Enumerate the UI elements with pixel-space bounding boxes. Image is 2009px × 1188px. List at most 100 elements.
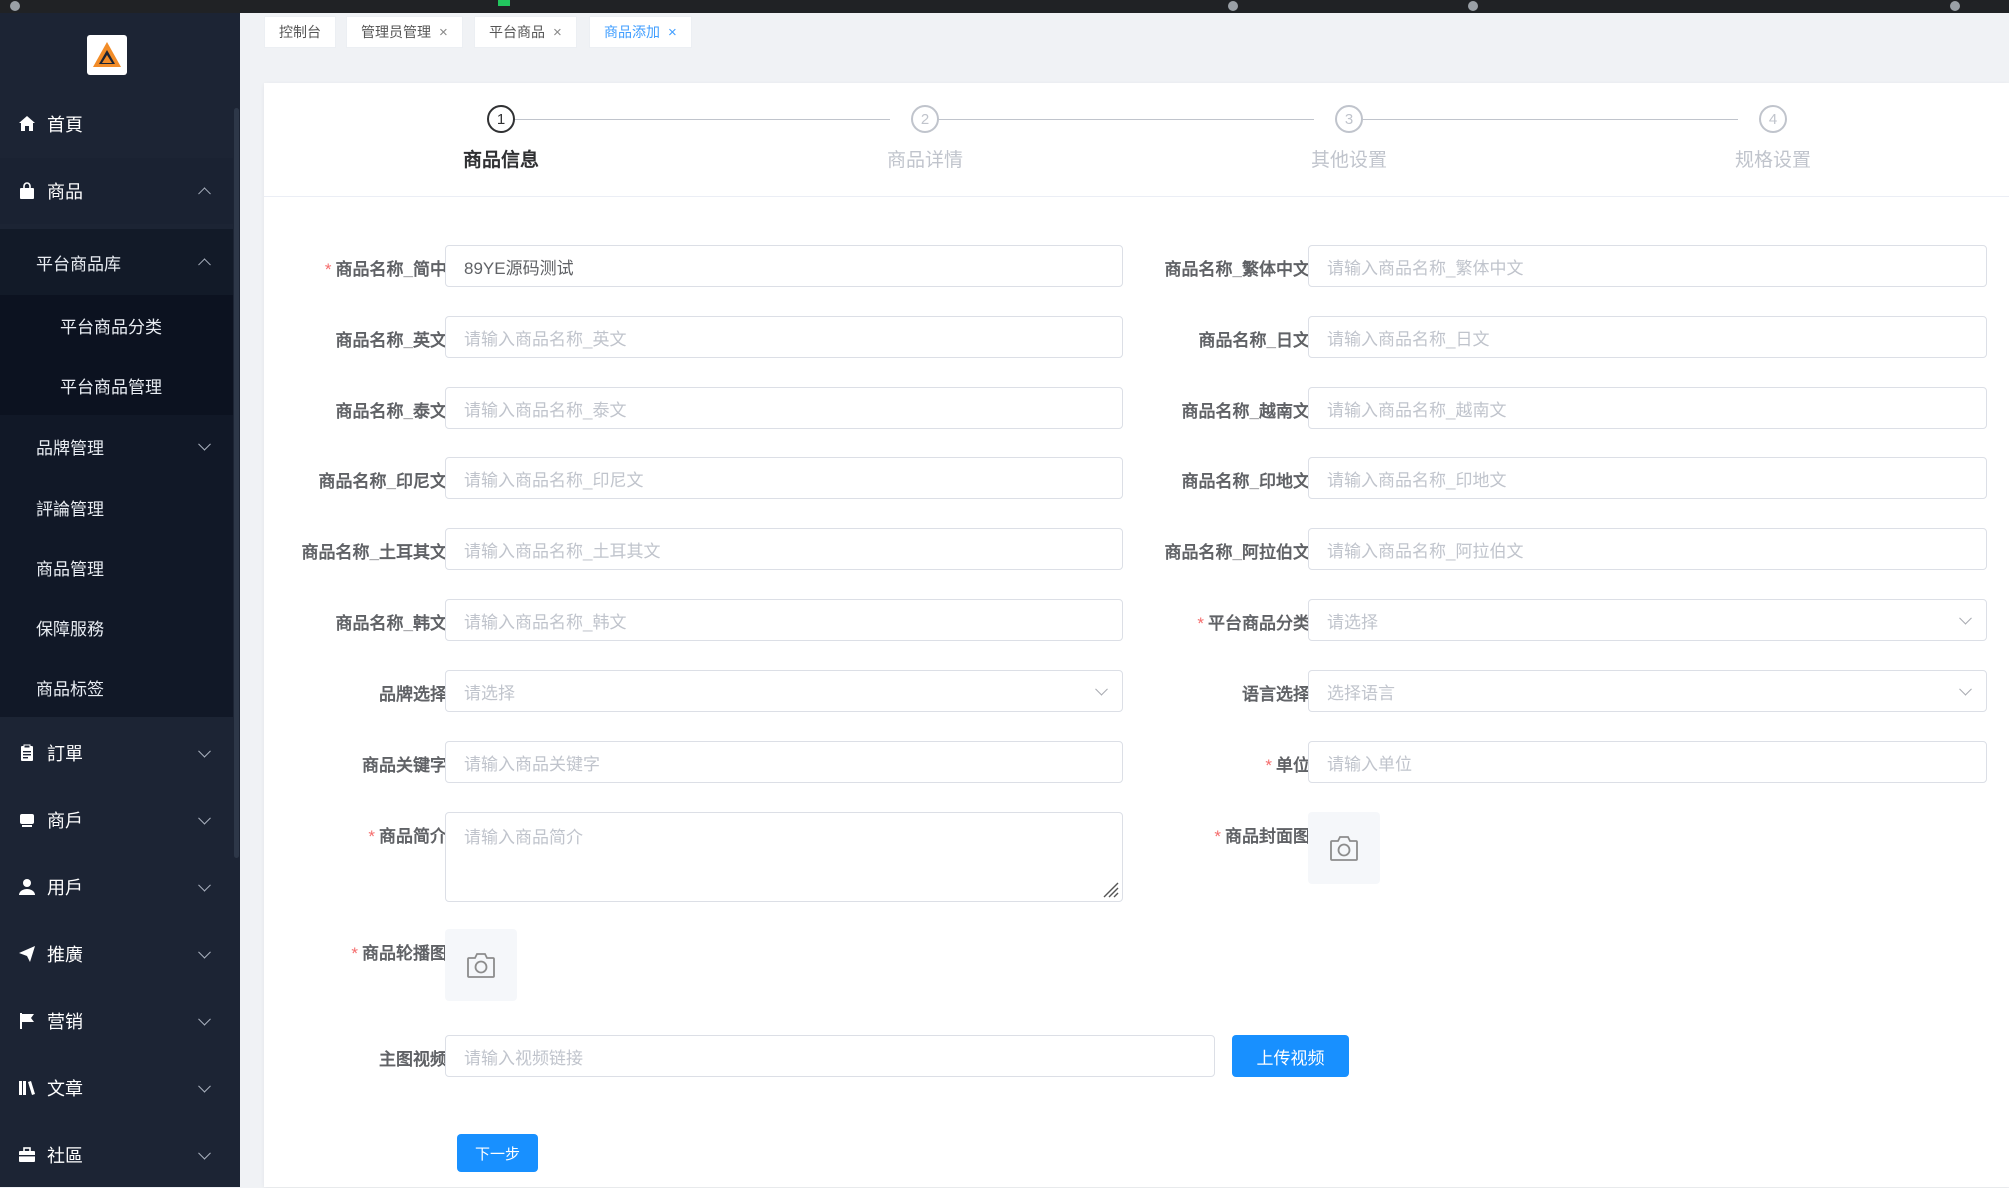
step-1-title[interactable]: 商品信息 <box>421 145 581 172</box>
tab-dashboard[interactable]: 控制台 <box>264 16 336 48</box>
textarea-placeholder: 请输入商品简介 <box>464 828 583 847</box>
step-3-title[interactable]: 其他设置 <box>1269 145 1429 172</box>
sidebar-item-articles[interactable]: 文章 <box>0 1055 233 1121</box>
sidebar-item-goods-manage[interactable]: 商品管理 <box>0 537 233 597</box>
intro-textarea[interactable]: 请输入商品简介 <box>445 812 1123 902</box>
sidebar-item-users[interactable]: 用戶 <box>0 854 233 920</box>
chevron-down-icon <box>198 1012 211 1026</box>
name-ja-input[interactable]: 请输入商品名称_日文 <box>1308 316 1987 358</box>
name-th-input[interactable]: 请输入商品名称_泰文 <box>445 387 1123 429</box>
camera-icon <box>1330 836 1358 861</box>
sidebar-item-review[interactable]: 評論管理 <box>0 477 233 537</box>
chevron-down-icon <box>198 878 211 892</box>
chevron-up-icon <box>198 187 211 201</box>
sidebar-item-label: 品牌管理 <box>36 438 104 458</box>
flag-icon <box>17 1011 37 1031</box>
category-select[interactable]: 请选择 <box>1308 599 1987 641</box>
home-icon <box>17 114 37 134</box>
name-en-input[interactable]: 请输入商品名称_英文 <box>445 316 1123 358</box>
unit-input[interactable]: 请输入单位 <box>1308 741 1987 783</box>
sidebar-item-products[interactable]: 商品 <box>0 158 233 224</box>
step-1-icon[interactable]: 1 <box>487 105 515 133</box>
name-id-input[interactable]: 请输入商品名称_印尼文 <box>445 457 1123 499</box>
tab-admin-manage[interactable]: 管理员管理 × <box>346 16 463 48</box>
chevron-down-icon <box>198 1079 211 1093</box>
name-zh-input[interactable]: 89YE源码测试 <box>445 245 1123 287</box>
logo[interactable] <box>87 35 127 75</box>
step-connector <box>1352 119 1738 120</box>
label-name-id: 商品名称_印尼文 <box>318 472 447 491</box>
sidebar-item-label: 評論管理 <box>36 499 104 519</box>
step-3-icon[interactable]: 3 <box>1335 105 1363 133</box>
close-icon[interactable]: × <box>439 24 448 41</box>
label-brand: 品牌选择 <box>379 685 447 704</box>
sidebar-item-label: 平台商品分类 <box>60 317 162 337</box>
tab-platform-goods[interactable]: 平台商品 × <box>474 16 577 48</box>
resize-grip-icon[interactable] <box>1100 879 1120 899</box>
language-select[interactable]: 选择语言 <box>1308 670 1987 712</box>
required-mark: * <box>324 260 332 279</box>
label-name-th: 商品名称_泰文 <box>335 402 447 421</box>
bag-icon <box>17 181 37 201</box>
cover-upload[interactable] <box>1308 812 1380 884</box>
name-tr-input[interactable]: 请输入商品名称_土耳其文 <box>445 528 1123 570</box>
close-icon[interactable]: × <box>668 24 677 41</box>
sidebar-scrollbar[interactable] <box>234 108 239 858</box>
sidebar-item-platform-category[interactable]: 平台商品分类 <box>0 295 233 355</box>
step-2-title[interactable]: 商品详情 <box>845 145 1005 172</box>
sidebar-item-label: 推廣 <box>47 945 83 965</box>
carousel-upload[interactable] <box>445 929 517 1001</box>
tab-label: 平台商品 <box>489 24 545 40</box>
tab-goods-add[interactable]: 商品添加 × <box>589 16 692 48</box>
select-placeholder: 请选择 <box>1327 612 1378 632</box>
sidebar-item-community[interactable]: 社區 <box>0 1122 233 1188</box>
sidebar-item-brand[interactable]: 品牌管理 <box>0 415 233 477</box>
close-icon[interactable]: × <box>553 24 562 41</box>
name-ar-input[interactable]: 请输入商品名称_阿拉伯文 <box>1308 528 1987 570</box>
sidebar-item-platform-library[interactable]: 平台商品库 <box>0 229 233 295</box>
chevron-down-icon <box>198 437 211 451</box>
sidebar-item-orders[interactable]: 訂單 <box>0 720 233 786</box>
brand-select[interactable]: 请选择 <box>445 670 1123 712</box>
sidebar-item-label: 商品标签 <box>36 679 104 699</box>
sidebar-item-promotion[interactable]: 推廣 <box>0 921 233 987</box>
name-hi-input[interactable]: 请输入商品名称_印地文 <box>1308 457 1987 499</box>
browser-top-strip <box>0 0 2009 13</box>
browser-icon <box>10 1 20 11</box>
step-2-icon[interactable]: 2 <box>911 105 939 133</box>
sidebar-item-merchants[interactable]: 商戶 <box>0 787 233 853</box>
name-vi-input[interactable]: 请输入商品名称_越南文 <box>1308 387 1987 429</box>
sidebar-item-marketing[interactable]: 营销 <box>0 988 233 1054</box>
label-category: * 平台商品分类 <box>1197 614 1310 633</box>
label-intro: * 商品简介 <box>368 827 447 846</box>
label-carousel: * 商品轮播图 <box>351 944 447 963</box>
chevron-down-icon <box>1959 611 1972 625</box>
video-url-input[interactable]: 请输入视频链接 <box>445 1035 1215 1077</box>
sidebar-item-service[interactable]: 保障服務 <box>0 597 233 657</box>
sidebar-item-label: 訂單 <box>47 744 83 764</box>
keywords-input[interactable]: 请输入商品关键字 <box>445 741 1123 783</box>
step-4-icon[interactable]: 4 <box>1759 105 1787 133</box>
tags-view: 控制台 管理员管理 × 平台商品 × 商品添加 × <box>240 13 2009 58</box>
upload-video-button[interactable]: 上传视频 <box>1232 1035 1349 1077</box>
label-unit: * 单位 <box>1265 756 1310 775</box>
sidebar-item-home[interactable]: 首頁 <box>0 91 233 157</box>
label-name-tr: 商品名称_土耳其文 <box>301 543 447 562</box>
step-4-title[interactable]: 规格设置 <box>1693 145 1853 172</box>
sidebar-item-tags[interactable]: 商品标签 <box>0 657 233 717</box>
sidebar-item-label: 平台商品管理 <box>60 377 162 397</box>
tab-label: 商品添加 <box>604 24 660 40</box>
label-language: 语言选择 <box>1242 685 1310 704</box>
clipboard-icon <box>17 743 37 763</box>
sidebar-item-platform-goods[interactable]: 平台商品管理 <box>0 355 233 415</box>
label-name-vi: 商品名称_越南文 <box>1181 402 1310 421</box>
name-tw-input[interactable]: 请输入商品名称_繁体中文 <box>1308 245 1987 287</box>
next-step-button[interactable]: 下一步 <box>457 1134 538 1172</box>
camera-icon <box>467 953 495 978</box>
sidebar-item-label: 社區 <box>47 1146 83 1166</box>
briefcase-icon <box>17 1145 37 1165</box>
label-name-zh: * 商品名称_简中 <box>324 260 447 279</box>
send-icon <box>17 944 37 964</box>
sidebar-item-label: 保障服務 <box>36 619 104 639</box>
name-ko-input[interactable]: 请输入商品名称_韩文 <box>445 599 1123 641</box>
